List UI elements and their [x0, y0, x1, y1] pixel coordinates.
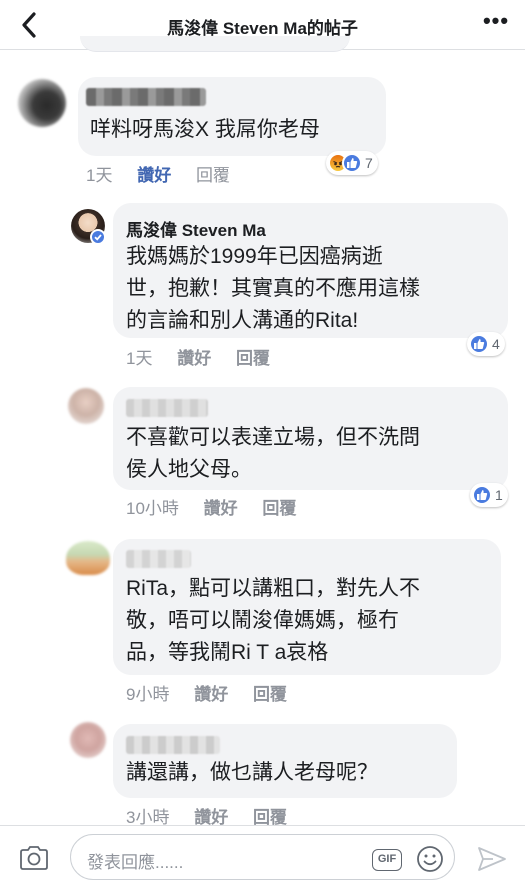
gif-button[interactable]: GIF	[372, 849, 402, 871]
commenter-name-blurred[interactable]	[126, 550, 191, 568]
comment-time[interactable]: 9小時	[126, 685, 169, 704]
like-reaction-icon	[342, 153, 362, 173]
comment-actions: 9小時 讚好 回覆	[126, 680, 307, 705]
comment-time[interactable]: 1天	[126, 349, 152, 368]
like-button[interactable]: 讚好	[204, 499, 238, 518]
like-reaction-icon	[469, 334, 489, 354]
reaction-summary[interactable]: 4	[467, 332, 505, 356]
like-button[interactable]: 讚好	[177, 349, 211, 368]
comment-actions: 1天 讚好 回覆	[86, 161, 250, 186]
like-button[interactable]: 讚好	[194, 685, 228, 704]
commenter-name-blurred[interactable]	[126, 736, 220, 754]
avatar[interactable]	[18, 79, 66, 127]
comment-text: RiTa，點可以講粗口，對先人不 敬，唔可以鬧浚偉媽媽，極冇 品，等我鬧Ri T…	[126, 577, 421, 664]
comment-text: 不喜歡可以表達立場，但不洗問 侯人地父母。	[126, 426, 420, 481]
commenter-name-blurred[interactable]	[86, 88, 206, 106]
like-reaction-icon	[472, 485, 492, 505]
like-button[interactable]: 讚好	[137, 166, 171, 185]
reaction-summary[interactable]: 1	[470, 483, 508, 507]
comment-actions: 1天 讚好 回覆	[126, 344, 290, 369]
reaction-count: 1	[495, 487, 503, 503]
reply-button[interactable]: 回覆	[236, 349, 270, 368]
reaction-count: 7	[365, 155, 373, 171]
emoji-icon	[417, 846, 443, 872]
reply-button[interactable]: 回覆	[262, 499, 296, 518]
avatar[interactable]	[68, 388, 104, 424]
emoji-button[interactable]	[416, 845, 444, 873]
comment-text: 我媽媽於1999年已因癌病逝 世，抱歉！其實真的不應用這樣 的言論和別人溝通的R…	[126, 245, 420, 332]
comment-composer: 發表回應...... GIF	[0, 825, 525, 892]
send-icon	[478, 847, 506, 871]
verified-badge-icon	[90, 229, 106, 245]
comment-time[interactable]: 1天	[86, 166, 112, 185]
comment-text: 講還講，做乜講人老母呢？	[126, 761, 378, 784]
comment-actions: 10小時 讚好 回覆	[126, 494, 316, 519]
commenter-name-blurred[interactable]	[126, 399, 208, 417]
avatar[interactable]	[70, 722, 106, 758]
previous-comment-bubble	[80, 36, 350, 52]
more-options-button[interactable]: •••	[481, 10, 511, 34]
comment-text: 咩料呀馬浚X 我屌你老母	[90, 118, 320, 141]
comment-time[interactable]: 10小時	[126, 499, 179, 518]
camera-icon	[20, 846, 48, 870]
reply-button[interactable]: 回覆	[253, 685, 287, 704]
reply-button[interactable]: 回覆	[196, 166, 230, 185]
send-button[interactable]	[475, 844, 509, 874]
reaction-summary[interactable]: 7	[326, 151, 378, 175]
camera-button[interactable]	[18, 843, 50, 873]
comment-input-placeholder: 發表回應......	[87, 853, 184, 872]
reaction-count: 4	[492, 336, 500, 352]
commenter-name[interactable]: 馬浚偉 Steven Ma	[126, 216, 266, 241]
avatar[interactable]	[66, 541, 110, 575]
